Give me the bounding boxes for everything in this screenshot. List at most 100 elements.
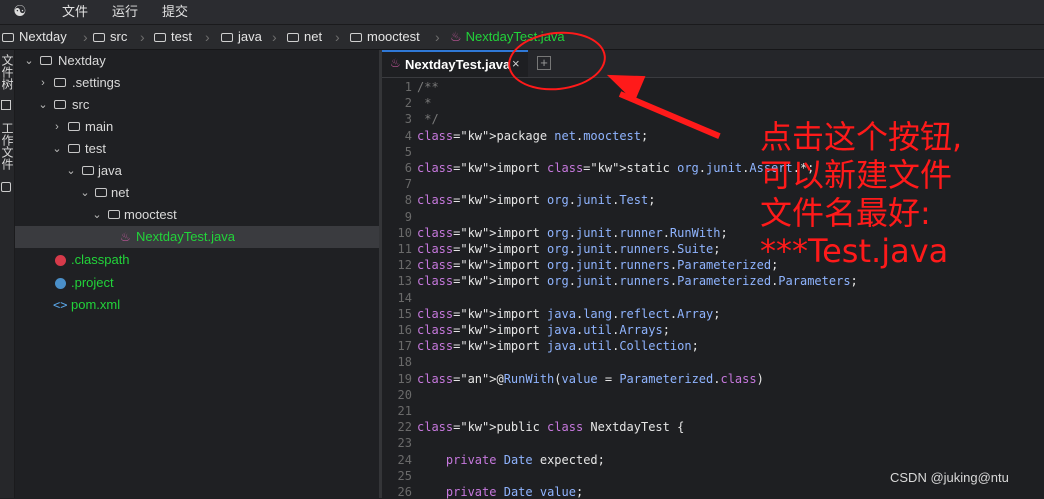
- side-tab-work-files[interactable]: 工作文件: [0, 122, 14, 170]
- code-line[interactable]: class="kw">import org.junit.runners.Para…: [417, 274, 858, 288]
- code-line[interactable]: class="kw">import org.junit.runners.Suit…: [417, 242, 721, 256]
- code-line[interactable]: class="kw">import org.junit.runners.Para…: [417, 258, 778, 272]
- tree-item-pom-xml[interactable]: <> pom.xml: [15, 294, 379, 316]
- tree-item-project[interactable]: .project: [15, 272, 379, 294]
- line-number: 23: [397, 436, 412, 451]
- breadcrumb-item-mooctest[interactable]: mooctest: [350, 29, 420, 45]
- tree-item-src[interactable]: ⌄ src: [15, 94, 379, 116]
- code-line[interactable]: class="kw">import org.junit.Test;: [417, 193, 655, 207]
- line-number: 3: [404, 112, 412, 127]
- watermark: CSDN @juking@ntu: [890, 470, 1009, 485]
- chevron-down-icon[interactable]: ⌄: [52, 138, 62, 160]
- folder-open-icon: [108, 210, 120, 219]
- breadcrumb-separator-icon: ›: [83, 29, 88, 45]
- file-tree-icon: [1, 100, 11, 110]
- tab-label: NextdayTest.java: [405, 57, 511, 72]
- folder-icon: [2, 33, 14, 42]
- line-number: 10: [397, 225, 412, 240]
- code-line[interactable]: private Date value;: [417, 485, 583, 499]
- chevron-right-icon[interactable]: ›: [38, 72, 48, 94]
- folder-open-icon: [68, 144, 80, 153]
- app-logo-icon[interactable]: ☯: [10, 3, 30, 21]
- code-line[interactable]: private Date expected;: [417, 453, 605, 467]
- java-file-icon: ♨: [390, 56, 401, 70]
- tree-item-label: .classpath: [71, 252, 130, 267]
- java-file-icon: ♨: [450, 29, 462, 44]
- line-number: 13: [397, 274, 412, 289]
- tree-item-nextday[interactable]: ⌄ Nextday: [15, 50, 379, 72]
- code-line[interactable]: *: [417, 96, 431, 110]
- code-line[interactable]: class="kw">import class="kw">static org.…: [417, 161, 814, 175]
- tree-item-nextdaytest-java[interactable]: ♨ NextdayTest.java: [15, 226, 379, 248]
- tree-item-label: pom.xml: [71, 297, 121, 312]
- chevron-down-icon[interactable]: ⌄: [24, 50, 34, 72]
- line-number: 9: [404, 209, 412, 224]
- breadcrumb-item-src[interactable]: src: [93, 29, 127, 45]
- breadcrumb-item-net[interactable]: net: [287, 29, 322, 45]
- code-line[interactable]: */: [417, 112, 438, 126]
- annotation-line: 文件名最好:: [760, 194, 931, 232]
- side-tab-file-tree[interactable]: 文件树: [0, 54, 14, 90]
- chevron-down-icon[interactable]: ⌄: [80, 182, 90, 204]
- tab-nextdaytest-java[interactable]: ♨ NextdayTest.java ×: [382, 50, 528, 77]
- breadcrumb-item-test[interactable]: test: [154, 29, 192, 45]
- chevron-down-icon[interactable]: ⌄: [66, 160, 76, 182]
- menu-run[interactable]: 运行: [112, 4, 138, 20]
- code-line[interactable]: /**: [417, 80, 439, 94]
- line-number: 12: [397, 258, 412, 273]
- annotation-line: ***Test.java: [760, 232, 949, 270]
- annotation-note: 点击这个按钮, 可以新建文件 文件名最好: ***Test.java: [760, 118, 1040, 270]
- folder-open-icon: [54, 100, 66, 109]
- breadcrumb-separator-icon: ›: [335, 29, 340, 45]
- chevron-down-icon[interactable]: ⌄: [38, 94, 48, 116]
- code-line[interactable]: class="kw">import java.util.Collection;: [417, 339, 699, 353]
- tree-item-label: .project: [71, 275, 114, 290]
- line-number: 22: [397, 420, 412, 435]
- line-number: 11: [397, 242, 412, 256]
- line-number: 6: [404, 161, 412, 175]
- code-line[interactable]: class="kw">package net.mooctest;: [417, 129, 648, 143]
- code-line[interactable]: class="kw">import org.junit.runner.RunWi…: [417, 226, 728, 240]
- annotation-line: 可以新建文件: [760, 156, 953, 194]
- breadcrumb-item-java[interactable]: java: [221, 29, 262, 45]
- tree-item-main[interactable]: › main: [15, 116, 379, 138]
- menu-commit[interactable]: 提交: [162, 4, 188, 20]
- line-number: 1: [404, 80, 412, 94]
- line-number: 18: [397, 355, 412, 370]
- line-number: 7: [404, 177, 412, 192]
- tree-item-mooctest[interactable]: ⌄ mooctest: [15, 204, 379, 226]
- breadcrumb-separator-icon: ›: [140, 29, 145, 45]
- chevron-down-icon[interactable]: ⌄: [92, 204, 102, 226]
- line-number: 14: [397, 290, 412, 305]
- folder-icon: [54, 78, 66, 87]
- folder-open-icon: [95, 188, 107, 197]
- line-number: 8: [404, 193, 412, 208]
- tree-item-label: .settings: [72, 75, 121, 90]
- tree-item-label: NextdayTest.java: [136, 229, 235, 244]
- breadcrumb-item-nextday[interactable]: Nextday: [2, 29, 67, 45]
- line-number: 15: [397, 306, 412, 321]
- menu-file[interactable]: 文件: [62, 4, 88, 20]
- chevron-right-icon[interactable]: ›: [52, 116, 62, 138]
- line-number: 24: [397, 452, 412, 467]
- folder-open-icon: [40, 56, 52, 65]
- tree-item-net[interactable]: ⌄ net: [15, 182, 379, 204]
- folder-icon: [154, 33, 166, 42]
- folder-icon: [221, 33, 233, 42]
- breadcrumb-separator-icon: ›: [435, 29, 440, 45]
- xml-file-icon: <>: [53, 298, 68, 312]
- code-line[interactable]: class="an">@RunWith(value = Parameterize…: [417, 372, 764, 386]
- tree-item-java[interactable]: ⌄ java: [15, 160, 379, 182]
- breadcrumb-separator-icon: ›: [272, 29, 277, 45]
- code-line[interactable]: class="kw">import java.util.Arrays;: [417, 323, 670, 337]
- work-files-icon: [1, 182, 11, 192]
- code-line[interactable]: class="kw">public class NextdayTest {: [417, 420, 684, 434]
- tree-item-classpath[interactable]: .classpath: [15, 249, 379, 271]
- code-line[interactable]: class="kw">import java.lang.reflect.Arra…: [417, 307, 721, 321]
- folder-icon: [350, 33, 362, 42]
- breadcrumb-separator-icon: ›: [205, 29, 210, 45]
- folder-icon: [287, 33, 299, 42]
- tree-item-test[interactable]: ⌄ test: [15, 138, 379, 160]
- project-icon: [55, 278, 66, 289]
- tree-item-settings[interactable]: › .settings: [15, 72, 379, 94]
